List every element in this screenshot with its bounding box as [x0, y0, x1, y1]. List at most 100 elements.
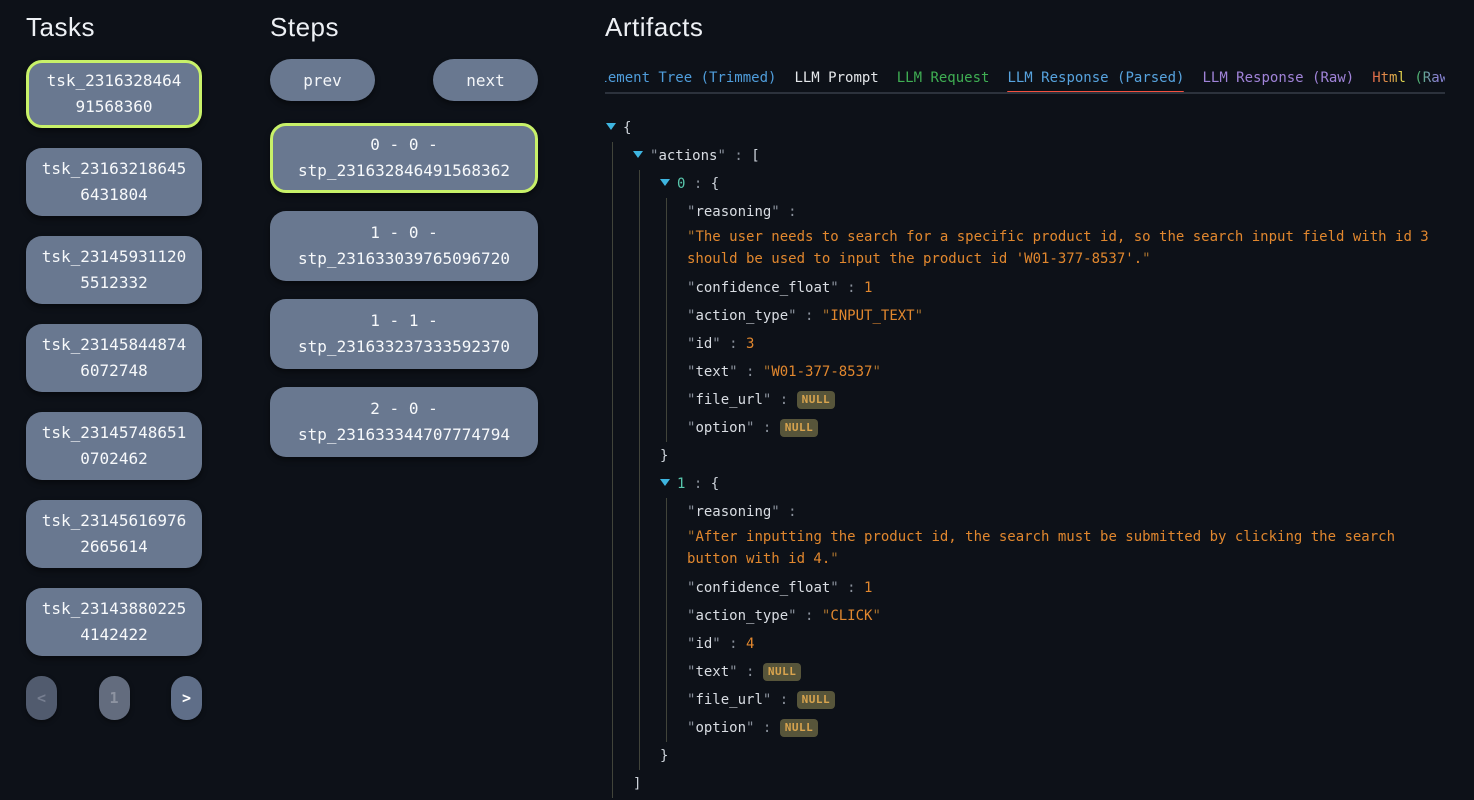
- tab-html-raw[interactable]: Html (Raw): [1372, 66, 1445, 92]
- null-badge: NULL: [797, 691, 836, 709]
- json-key: action_type: [695, 608, 788, 624]
- prev-step-button[interactable]: prev: [270, 59, 375, 101]
- json-token: [: [751, 148, 759, 164]
- json-token: {: [711, 176, 719, 192]
- json-key: option: [695, 420, 746, 436]
- task-button[interactable]: tsk_231458448746072748: [26, 324, 202, 392]
- json-token: ": [771, 204, 779, 220]
- json-token: ": [872, 364, 880, 380]
- json-token: :: [780, 504, 805, 520]
- json-key: text: [695, 664, 729, 680]
- json-line: ]: [633, 770, 1433, 798]
- json-line: "actions" : [: [633, 142, 1433, 170]
- step-button[interactable]: 2 - 0 - stp_231633344707774794: [270, 387, 538, 457]
- tab-llm-request[interactable]: LLM Request: [897, 66, 990, 92]
- json-token: :: [771, 392, 796, 408]
- tasks-panel: Tasks tsk_231632846491568360 tsk_23163218…: [26, 12, 202, 720]
- json-token: ": [788, 308, 796, 324]
- json-line: "confidence_float" : 1: [687, 274, 1433, 302]
- next-step-button[interactable]: next: [433, 59, 538, 101]
- json-key: text: [695, 364, 729, 380]
- task-button[interactable]: tsk_231632846491568360: [26, 60, 202, 128]
- artifacts-title: Artifacts: [605, 12, 1445, 42]
- json-line: {: [606, 114, 1433, 142]
- json-token: :: [721, 636, 746, 652]
- json-key: id: [695, 336, 712, 352]
- json-viewer: {"actions" : [0 : {"reasoning" : "The us…: [605, 114, 1445, 800]
- step-button[interactable]: 1 - 1 - stp_231633237333592370: [270, 299, 538, 369]
- json-token: ": [712, 636, 720, 652]
- json-string-value: "The user needs to search for a specific…: [687, 226, 1433, 270]
- artifacts-panel: Artifacts Element Tree (Trimmed) LLM Prom…: [605, 12, 1445, 800]
- json-children: "reasoning" : "The user needs to search …: [666, 198, 1433, 442]
- json-key: action_type: [695, 308, 788, 324]
- json-token: ": [915, 308, 923, 324]
- json-children: 0 : {"reasoning" : "The user needs to se…: [639, 170, 1433, 770]
- steps-title: Steps: [270, 12, 538, 42]
- json-key: confidence_float: [695, 580, 830, 596]
- json-line: "action_type" : "CLICK": [687, 602, 1433, 630]
- json-value: 1: [864, 580, 872, 596]
- collapse-toggle-icon[interactable]: [660, 479, 670, 486]
- task-button[interactable]: tsk_231459311205512332: [26, 236, 202, 304]
- json-key: option: [695, 720, 746, 736]
- task-button[interactable]: tsk_231457486510702462: [26, 412, 202, 480]
- json-line: "option" : NULL: [687, 714, 1433, 742]
- json-key: actions: [658, 148, 717, 164]
- json-key: id: [695, 636, 712, 652]
- json-token: ": [830, 280, 838, 296]
- tasks-pagination: < 1 >: [26, 676, 202, 720]
- json-token: ": [687, 229, 695, 245]
- json-token: ": [729, 364, 737, 380]
- json-line: "option" : NULL: [687, 414, 1433, 442]
- json-token: ": [788, 608, 796, 624]
- json-token: ": [717, 148, 725, 164]
- json-token: ": [1142, 251, 1150, 267]
- tab-llm-response-raw[interactable]: LLM Response (Raw): [1202, 66, 1354, 92]
- tab-element-tree-trimmed[interactable]: Element Tree (Trimmed): [605, 66, 776, 92]
- tasks-title: Tasks: [26, 12, 202, 42]
- json-token: }: [660, 748, 668, 764]
- task-button[interactable]: tsk_231456169762665614: [26, 500, 202, 568]
- json-value: 4: [746, 636, 754, 652]
- json-line: "reasoning" :: [687, 498, 1433, 526]
- json-token: ": [771, 504, 779, 520]
- json-token: :: [726, 148, 751, 164]
- json-line: 0 : {: [660, 170, 1433, 198]
- json-line: "action_type" : "INPUT_TEXT": [687, 302, 1433, 330]
- task-button[interactable]: tsk_231632186456431804: [26, 148, 202, 216]
- collapse-toggle-icon[interactable]: [660, 179, 670, 186]
- task-list: tsk_231632846491568360 tsk_23163218645643…: [26, 60, 202, 656]
- collapse-toggle-icon[interactable]: [633, 151, 643, 158]
- json-key: file_url: [695, 392, 762, 408]
- json-key: file_url: [695, 692, 762, 708]
- json-line: "file_url" : NULL: [687, 386, 1433, 414]
- collapse-toggle-icon[interactable]: [606, 123, 616, 130]
- prev-page-button[interactable]: <: [26, 676, 57, 720]
- json-token: :: [685, 176, 710, 192]
- json-token: ": [872, 608, 880, 624]
- next-page-button[interactable]: >: [171, 676, 202, 720]
- json-value: W01-377-8537: [771, 364, 872, 380]
- tab-llm-prompt[interactable]: LLM Prompt: [794, 66, 878, 92]
- json-token: :: [839, 280, 864, 296]
- json-token: :: [738, 364, 763, 380]
- page-number-button[interactable]: 1: [99, 676, 130, 720]
- json-string-value: "After inputting the product id, the sea…: [687, 526, 1433, 570]
- tab-llm-response-parsed[interactable]: LLM Response (Parsed): [1007, 66, 1184, 92]
- json-key: reasoning: [695, 204, 771, 220]
- json-token: }: [660, 448, 668, 464]
- json-line: "text" : NULL: [687, 658, 1433, 686]
- task-button[interactable]: tsk_231438802254142422: [26, 588, 202, 656]
- json-line: "text" : "W01-377-8537": [687, 358, 1433, 386]
- json-token: :: [771, 692, 796, 708]
- json-line: "file_url" : NULL: [687, 686, 1433, 714]
- json-token: {: [623, 120, 631, 136]
- json-token: ": [830, 580, 838, 596]
- json-value: CLICK: [830, 608, 872, 624]
- step-list: 0 - 0 - stp_231632846491568362 1 - 0 - st…: [270, 123, 538, 457]
- step-button[interactable]: 1 - 0 - stp_231633039765096720: [270, 211, 538, 281]
- json-token: :: [685, 476, 710, 492]
- null-badge: NULL: [780, 719, 819, 737]
- step-button[interactable]: 0 - 0 - stp_231632846491568362: [270, 123, 538, 193]
